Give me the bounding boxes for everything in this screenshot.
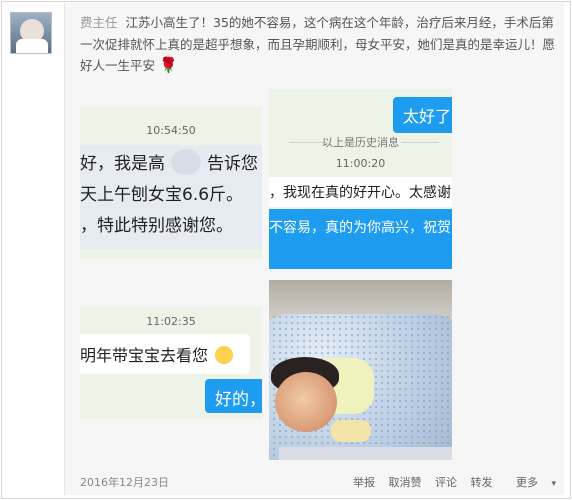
chat-screenshot-3[interactable]: 11:02:35 明年带宝宝去看您 好的， bbox=[80, 307, 262, 419]
baby-photo[interactable] bbox=[269, 280, 452, 460]
message-line: 天上午刨女宝6.6斤。 bbox=[80, 185, 244, 205]
message-bubble: 明年带宝宝去看您 bbox=[80, 334, 250, 374]
avatar[interactable] bbox=[10, 12, 52, 54]
message-line: 告诉您 bbox=[207, 154, 258, 174]
message-bubble-self: 好的， bbox=[205, 379, 262, 413]
chat-screenshot-2[interactable]: 太好了， 以上是历史消息 11:00:20 ，我现在真的好开心。太感谢 不容易，… bbox=[269, 89, 452, 269]
timestamp: 10:54:50 bbox=[146, 124, 196, 137]
more-menu[interactable]: 更多 ▾ bbox=[506, 476, 556, 489]
unlike-link[interactable]: 取消赞 bbox=[388, 476, 421, 489]
message-bubble-self: 不容易，真的为你高兴，祝贺 bbox=[269, 209, 452, 269]
message-line: 好，我是高 bbox=[80, 154, 165, 174]
post-text: 江苏小高生了！35的她不容易，这个病在这个年龄，治疗后来月经，手术后第一次促排就… bbox=[80, 15, 556, 73]
post-date: 2016年12月23日 bbox=[80, 476, 169, 489]
timestamp: 11:02:35 bbox=[146, 315, 196, 328]
more-label: 更多 bbox=[515, 476, 538, 489]
message-line: ，特此特别感谢您。 bbox=[80, 216, 233, 236]
message-text: 明年带宝宝去看您 bbox=[80, 346, 209, 365]
chevron-down-icon: ▾ bbox=[551, 479, 556, 489]
chat-screenshot-1[interactable]: 10:54:50 好，我是高 告诉您 天上午刨女宝6.6斤。 ，特此特别感谢您。 bbox=[80, 107, 262, 259]
post-body: 费主任 江苏小高生了！35的她不容易，这个病在这个年龄，治疗后来月经，手术后第一次… bbox=[80, 12, 560, 77]
post-actions: 举报 取消赞 评论 转发 更多 ▾ bbox=[343, 474, 556, 490]
message-bubble: ，我现在真的好开心。太感谢 bbox=[269, 177, 452, 207]
report-link[interactable]: 举报 bbox=[353, 476, 375, 489]
timestamp: 11:00:20 bbox=[335, 157, 386, 170]
rose-icon: 🌹 bbox=[159, 56, 178, 74]
emoji-icon bbox=[215, 346, 234, 364]
forward-link[interactable]: 转发 bbox=[470, 476, 492, 489]
author-name[interactable]: 费主任 bbox=[80, 15, 118, 30]
comment-link[interactable]: 评论 bbox=[435, 476, 457, 489]
message-bubble: 好，我是高 告诉您 天上午刨女宝6.6斤。 ，特此特别感谢您。 bbox=[80, 145, 262, 249]
message-bubble-self: 太好了， bbox=[393, 97, 452, 133]
